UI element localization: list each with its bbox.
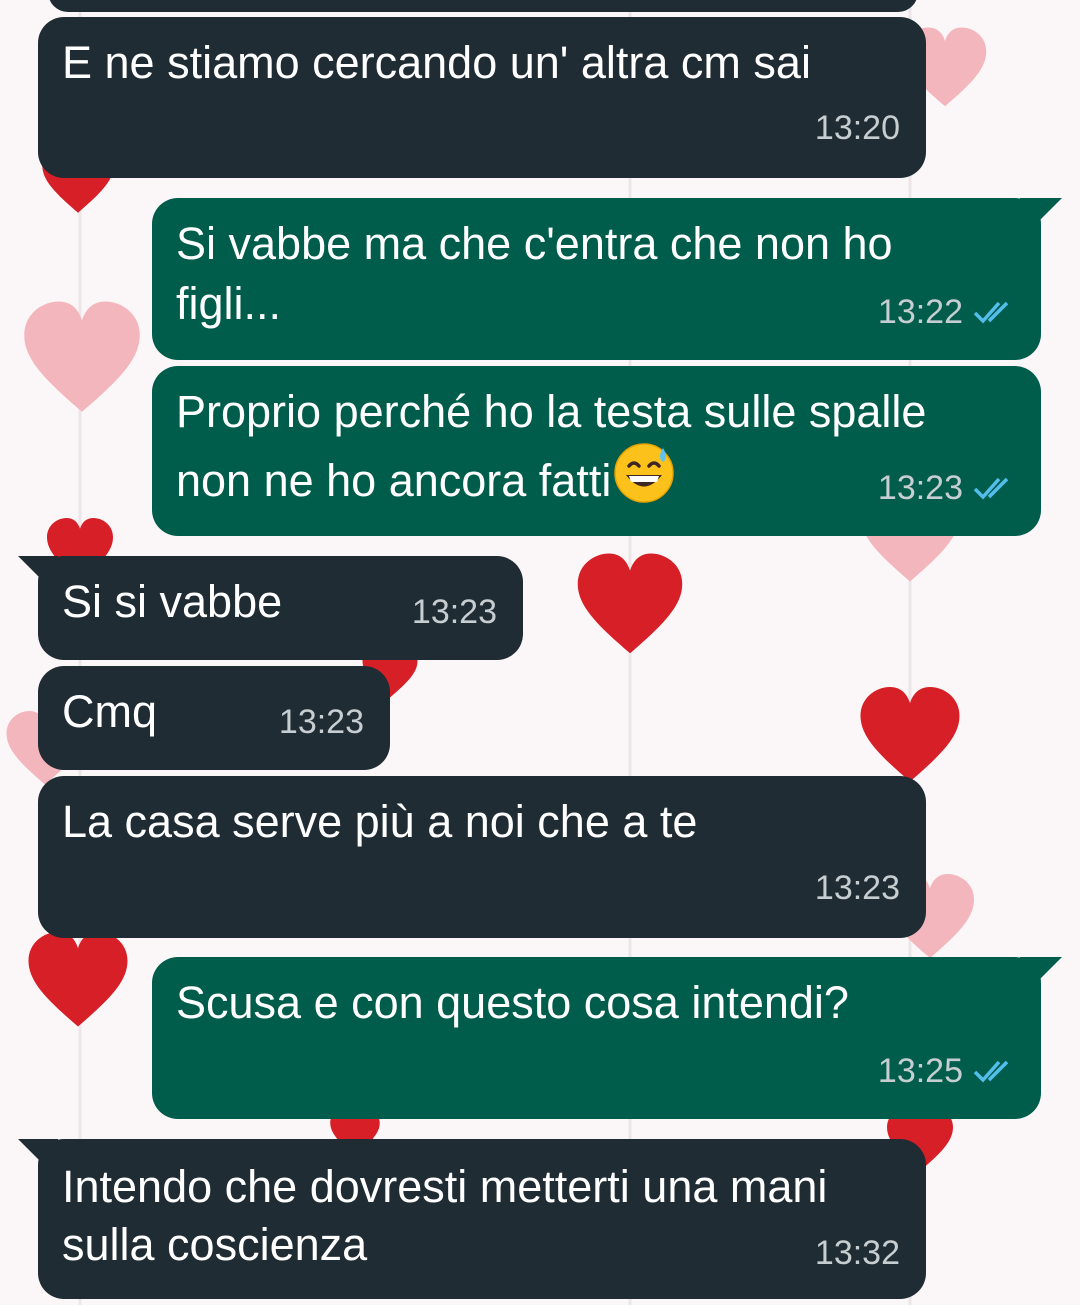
outgoing-message-bubble[interactable]: Scusa e con questo cosa intendi? 13:25 bbox=[152, 957, 1041, 1119]
message-time: 13:23 bbox=[814, 869, 900, 907]
double-check-icon bbox=[973, 1060, 1009, 1083]
grinning-face-with-sweat-emoji bbox=[614, 443, 675, 503]
message-text: Scusa e con questo cosa intendi? bbox=[176, 977, 849, 1028]
message-meta: 13:25 bbox=[878, 1041, 1019, 1101]
incoming-message-bubble[interactable]: Cmq 13:23 bbox=[38, 666, 390, 770]
message-text-line-1: Intendo che dovresti metterti una mani bbox=[62, 1161, 828, 1212]
message-text-line-2: non ne ho ancora fatti bbox=[176, 442, 675, 511]
message-time: 13:25 bbox=[877, 1052, 963, 1090]
incoming-message-bubble[interactable]: La casa serve più a noi che a te 13:23 bbox=[38, 776, 926, 938]
message-text-line-1: Proprio perché ho la testa sulle spalle bbox=[176, 386, 927, 437]
outgoing-message-bubble[interactable]: Proprio perché ho la testa sulle spalle … bbox=[152, 366, 1041, 536]
message-text-line-2: sulla coscienza bbox=[62, 1219, 368, 1270]
previous-message-bubble bbox=[48, 0, 918, 12]
message-time: 13:22 bbox=[877, 293, 963, 331]
message-time: 13:23 bbox=[411, 593, 497, 631]
message-text: La casa serve più a noi che a te bbox=[62, 796, 698, 847]
message-meta: 13:22 bbox=[878, 282, 1019, 342]
message-text-line-2: figli... bbox=[176, 278, 282, 329]
message-text-line-1: Si vabbe ma che c'entra che non ho bbox=[176, 218, 893, 269]
incoming-message-bubble[interactable]: E ne stiamo cercando un' altra cm sai 13… bbox=[38, 17, 926, 178]
message-time: 13:23 bbox=[877, 469, 963, 507]
outgoing-message-bubble[interactable]: Si vabbe ma che c'entra che non ho figli… bbox=[152, 198, 1041, 360]
message-time: 13:23 bbox=[278, 703, 364, 741]
incoming-message-bubble[interactable]: Intendo che dovresti metterti una mani s… bbox=[38, 1139, 926, 1299]
message-text-line-2-text: non ne ho ancora fatti bbox=[176, 455, 612, 506]
message-text: E ne stiamo cercando un' altra cm sai bbox=[62, 37, 811, 88]
incoming-message-bubble[interactable]: Si si vabbe 13:23 bbox=[38, 556, 523, 660]
message-time: 13:20 bbox=[814, 109, 900, 147]
message-text: Cmq bbox=[62, 686, 158, 737]
message-time: 13:32 bbox=[814, 1234, 900, 1272]
message-text: Si si vabbe bbox=[62, 576, 283, 627]
double-check-icon bbox=[973, 477, 1009, 500]
message-meta: 13:23 bbox=[878, 458, 1019, 518]
double-check-icon bbox=[973, 301, 1009, 324]
